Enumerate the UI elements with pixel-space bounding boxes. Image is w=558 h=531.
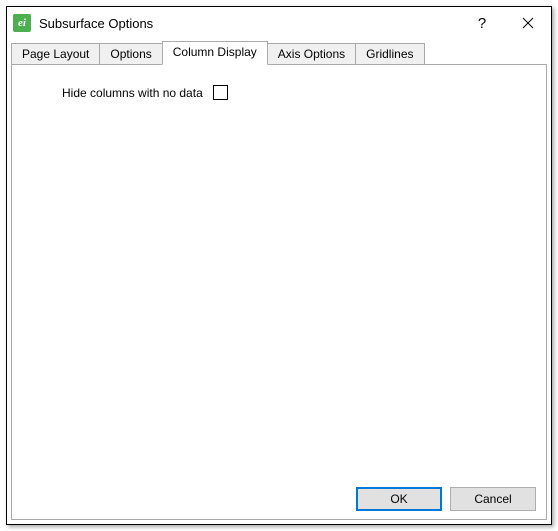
ok-button-label: OK: [390, 492, 407, 506]
tab-content: Hide columns with no data OK Cancel: [11, 65, 547, 520]
tab-options[interactable]: Options: [99, 43, 162, 65]
tab-label: Page Layout: [22, 47, 89, 61]
tab-gridlines[interactable]: Gridlines: [355, 43, 424, 65]
tab-label: Axis Options: [278, 47, 345, 61]
hide-columns-checkbox[interactable]: [213, 85, 228, 100]
tab-column-display[interactable]: Column Display: [162, 41, 268, 65]
close-button[interactable]: [505, 7, 551, 39]
cancel-button[interactable]: Cancel: [450, 487, 536, 511]
titlebar-controls: ?: [459, 7, 551, 39]
tab-label: Options: [110, 47, 151, 61]
help-button[interactable]: ?: [459, 7, 505, 39]
dialog-window: ei Subsurface Options ? Page Layout Opti…: [6, 6, 552, 525]
app-icon: ei: [13, 14, 31, 32]
close-icon: [522, 17, 534, 29]
cancel-button-label: Cancel: [474, 492, 511, 506]
tab-page-layout[interactable]: Page Layout: [11, 43, 100, 65]
hide-columns-label: Hide columns with no data: [62, 86, 203, 100]
titlebar: ei Subsurface Options ?: [7, 7, 551, 39]
hide-columns-row: Hide columns with no data: [62, 85, 526, 100]
tab-label: Column Display: [173, 45, 257, 59]
window-title: Subsurface Options: [39, 16, 153, 31]
app-icon-letter: ei: [18, 17, 26, 29]
tab-strip: Page Layout Options Column Display Axis …: [7, 41, 551, 65]
tab-label: Gridlines: [366, 47, 413, 61]
ok-button[interactable]: OK: [356, 487, 442, 511]
button-bar: OK Cancel: [356, 487, 536, 511]
tab-axis-options[interactable]: Axis Options: [267, 43, 356, 65]
